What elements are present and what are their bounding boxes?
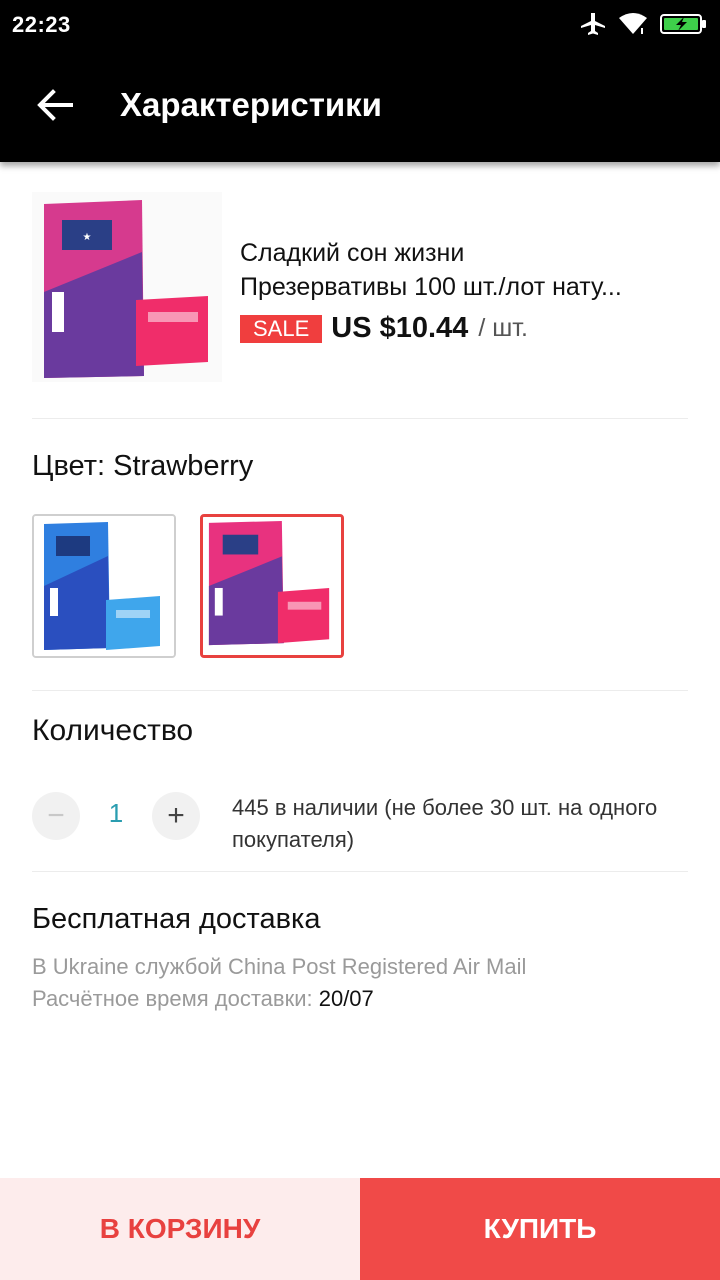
wifi-icon	[618, 12, 648, 41]
quantity-increase-button[interactable]: +	[152, 792, 200, 840]
divider	[32, 418, 688, 419]
status-bar: 22:23	[0, 0, 720, 52]
color-option-strawberry[interactable]	[200, 514, 344, 658]
price-row: SALE US $10.44 / шт.	[240, 312, 528, 345]
page-title: Характеристики	[120, 86, 382, 123]
delivery-estimate-label: Расчётное время доставки:	[32, 986, 319, 1011]
shipping-title: Бесплатная доставка	[32, 903, 321, 935]
app-bar: Характеристики	[0, 52, 720, 162]
stock-info: 445 в наличии (не более 30 шт. на одного…	[232, 792, 712, 856]
price: US $10.44	[331, 312, 469, 344]
quantity-value[interactable]: 1	[96, 798, 136, 829]
product-header: ★ Сладкий сон жизни Презервативы 100 шт.…	[32, 192, 688, 392]
bottom-action-bar: В КОРЗИНУ КУПИТЬ	[0, 1178, 720, 1280]
battery-charging-icon	[660, 12, 708, 41]
buy-now-button[interactable]: КУПИТЬ	[360, 1178, 720, 1280]
shipping-method: В Ukraine службой China Post Registered …	[32, 954, 527, 979]
product-image: ★	[32, 192, 222, 382]
minus-icon: −	[47, 799, 65, 832]
divider	[32, 871, 688, 872]
delivery-estimate: Расчётное время доставки: 20/07	[32, 986, 374, 1012]
stock-info-line2: покупателя)	[232, 827, 355, 852]
plus-icon: +	[167, 799, 185, 832]
status-time: 22:23	[12, 12, 71, 37]
quantity-label: Количество	[32, 714, 194, 747]
stock-info-line1: 445 в наличии (не более 30 шт. на одного	[232, 795, 658, 820]
arrow-left-icon	[37, 88, 73, 126]
product-name-line2: Презервативы 100 шт./лот нату...	[240, 273, 622, 301]
add-to-cart-button[interactable]: В КОРЗИНУ	[0, 1178, 360, 1280]
airplane-icon	[580, 12, 606, 41]
status-icons	[580, 12, 708, 40]
back-button[interactable]	[30, 82, 80, 132]
color-label: Цвет: Strawberry	[32, 450, 254, 482]
product-name: Сладкий сон жизни Презервативы 100 шт./л…	[240, 236, 688, 304]
product-name-line1: Сладкий сон жизни	[240, 239, 465, 267]
quantity-decrease-button[interactable]: −	[32, 792, 80, 840]
color-option-blue[interactable]	[32, 514, 176, 658]
sale-badge: SALE	[240, 314, 323, 343]
price-per-unit: / шт.	[478, 314, 528, 342]
delivery-date: 20/07	[318, 986, 374, 1011]
divider	[32, 690, 688, 691]
svg-text:★: ★	[83, 232, 92, 243]
